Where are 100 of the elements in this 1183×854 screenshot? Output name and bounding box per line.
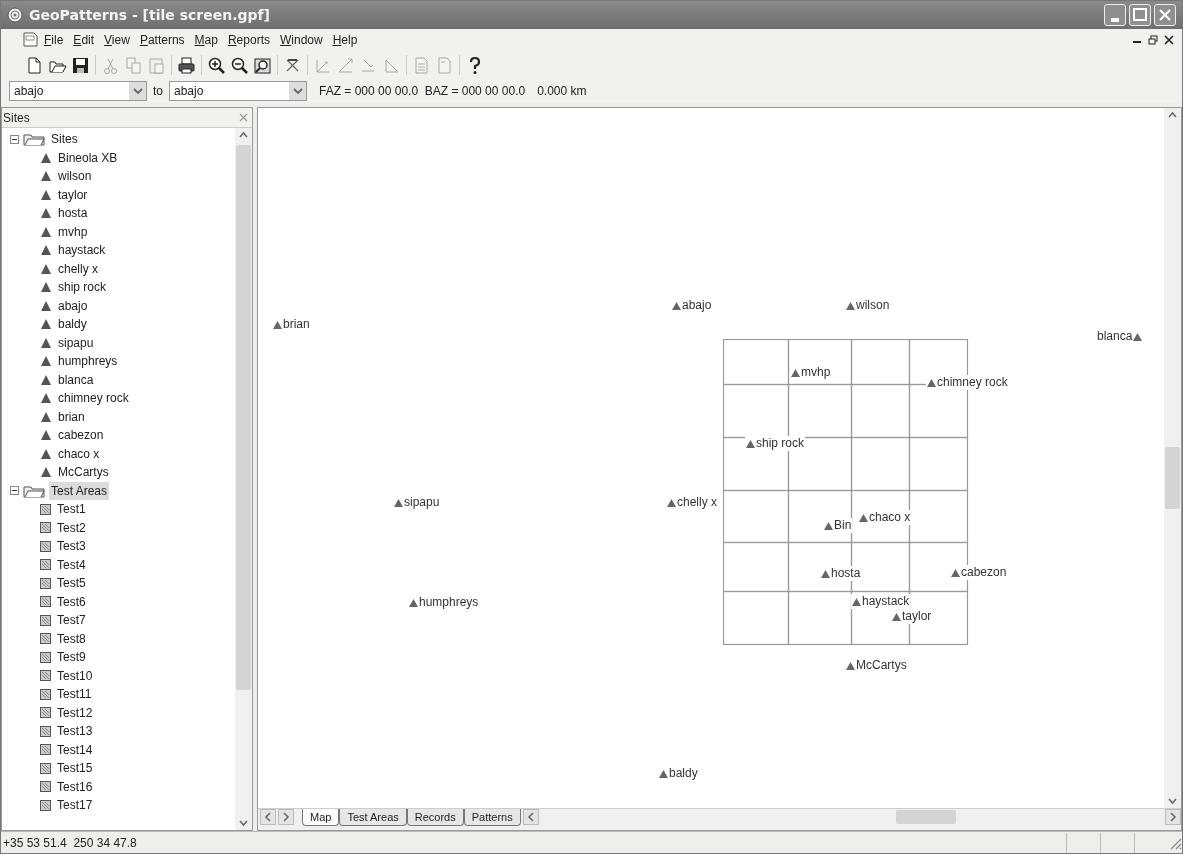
zoom-out-icon (230, 55, 249, 75)
tree-item[interactable]: Test16 (55, 777, 95, 796)
map-site-label[interactable]: sipapu (393, 495, 441, 510)
tree-item[interactable]: Test5 (55, 574, 88, 593)
close-icon[interactable] (1164, 35, 1174, 45)
tree-item[interactable]: ship rock (56, 278, 109, 297)
close-button[interactable] (1154, 4, 1176, 26)
map-site-label[interactable]: haystack (851, 594, 911, 609)
sheet-tab[interactable]: Map (302, 809, 340, 826)
tree-item[interactable]: Test1 (55, 500, 88, 519)
triangle-icon (859, 513, 868, 522)
tree-item[interactable]: hosta (56, 204, 90, 223)
sheet-tab[interactable]: Records (406, 809, 464, 826)
tree-item[interactable]: Test17 (55, 796, 95, 815)
menu-item[interactable]: Help (327, 31, 363, 49)
tree-item[interactable]: abajo (56, 296, 90, 315)
tree-item[interactable]: haystack (56, 241, 108, 260)
map-site-label[interactable]: blanca (1096, 329, 1144, 344)
map-site-label[interactable]: chaco x (858, 510, 912, 525)
tree-item[interactable]: chaco x (56, 444, 102, 463)
menu-item[interactable]: Window (274, 31, 328, 49)
triangle-icon (40, 299, 52, 312)
map-site-label[interactable]: baldy (658, 766, 699, 781)
maximize-button[interactable] (1129, 4, 1151, 26)
map-site-label[interactable]: McCartys (845, 658, 908, 673)
menu-item[interactable]: File (39, 31, 69, 49)
tree-item[interactable]: Test12 (55, 703, 95, 722)
minimize-button[interactable] (1104, 4, 1126, 26)
tree-item[interactable]: humphreys (56, 352, 120, 371)
tree-item[interactable]: Test11 (55, 685, 94, 704)
tree-item[interactable]: Test4 (55, 555, 88, 574)
map-site-label[interactable]: taylor (891, 609, 933, 624)
map-site-label[interactable]: ship rock (745, 436, 806, 451)
tree-item[interactable]: Test8 (55, 629, 88, 648)
menu-item[interactable]: View (99, 31, 135, 49)
tree-item[interactable]: Test3 (55, 537, 88, 556)
triangle-icon (409, 598, 418, 607)
tree-item[interactable]: chelly x (56, 259, 100, 278)
tree-item[interactable]: Test14 (55, 740, 95, 759)
tab-scroll-left-button[interactable] (260, 809, 276, 825)
triangle-icon (40, 447, 52, 460)
map-site-label[interactable]: humphreys (408, 595, 480, 610)
bearing-readout: FAZ = 000 00 00.0 BAZ = 000 00 00.0 (319, 83, 526, 100)
collapse-icon[interactable] (10, 134, 19, 144)
tree-item[interactable]: Test9 (55, 648, 88, 667)
dropdown-field[interactable]: abajo (9, 81, 147, 101)
tree-item[interactable]: baldy (56, 315, 89, 334)
map-site-label[interactable]: Bin (823, 518, 853, 533)
tab-scroll-right-button[interactable] (278, 809, 294, 825)
tree-item[interactable]: brian (56, 407, 87, 426)
map-site-label[interactable]: chimney rock (926, 375, 1009, 390)
collapse-icon[interactable] (10, 486, 19, 496)
map-site-label[interactable]: hosta (820, 566, 862, 581)
scrollbar-thumb[interactable] (236, 145, 251, 690)
triangle-icon (40, 207, 52, 220)
map-site-label[interactable]: mvhp (790, 365, 832, 380)
tree-item[interactable]: McCartys (56, 463, 111, 482)
hatched-square-icon (40, 633, 51, 645)
tree-item[interactable]: mvhp (56, 222, 90, 241)
folder-icon (23, 132, 45, 147)
new-file-icon (25, 55, 44, 75)
map-site-label[interactable]: wilson (845, 298, 891, 313)
menu-item[interactable]: Patterns (134, 31, 190, 49)
triangle-icon (40, 262, 52, 275)
tree-item[interactable]: Bineola XB (56, 148, 120, 167)
tree-item[interactable]: cabezon (56, 426, 106, 445)
tree-item[interactable]: Test2 (55, 518, 88, 537)
tree-item[interactable]: chimney rock (56, 389, 131, 408)
zoom-in-icon (207, 55, 226, 75)
sheet-tab[interactable]: Patterns (463, 809, 521, 826)
triangle-icon (40, 318, 52, 331)
tree-item[interactable]: Test6 (55, 592, 88, 611)
map-site-label[interactable]: abajo (671, 298, 713, 313)
scroll-left-button[interactable] (522, 809, 539, 825)
tree-item[interactable]: Test15 (55, 759, 95, 778)
map-site-label[interactable]: brian (272, 317, 311, 332)
tree-item[interactable]: Test10 (55, 666, 95, 685)
tree-item[interactable]: wilson (56, 167, 94, 186)
tree-item[interactable]: Test Areas (49, 481, 110, 500)
tree-item[interactable]: sipapu (56, 333, 96, 352)
triangle-icon (791, 368, 800, 377)
scroll-right-button[interactable] (1165, 809, 1181, 825)
scrollbar-thumb[interactable] (1165, 447, 1180, 509)
map-site-label[interactable]: chelly x (666, 495, 718, 510)
tree-item[interactable]: Test13 (55, 722, 95, 741)
tree-item[interactable]: blanca (56, 370, 96, 389)
tree-item[interactable]: taylor (56, 185, 90, 204)
map-site-label[interactable]: cabezon (950, 565, 1008, 580)
hatched-square-icon (40, 781, 51, 793)
zoom-window-icon (253, 55, 272, 75)
tree-item[interactable]: Sites (49, 130, 80, 149)
window-title: GeoPatterns - [tile screen.gpf] (29, 5, 270, 25)
menu-item[interactable]: Map (189, 31, 223, 49)
tree-item[interactable]: Test7 (55, 611, 88, 630)
restore-icon[interactable] (1148, 35, 1158, 45)
sheet-tab[interactable]: Test Areas (339, 809, 407, 826)
dropdown-field[interactable]: abajo (169, 81, 307, 101)
menu-item[interactable]: Edit (68, 31, 100, 49)
scrollbar-thumb[interactable] (895, 810, 956, 824)
menu-item[interactable]: Reports (222, 31, 275, 49)
